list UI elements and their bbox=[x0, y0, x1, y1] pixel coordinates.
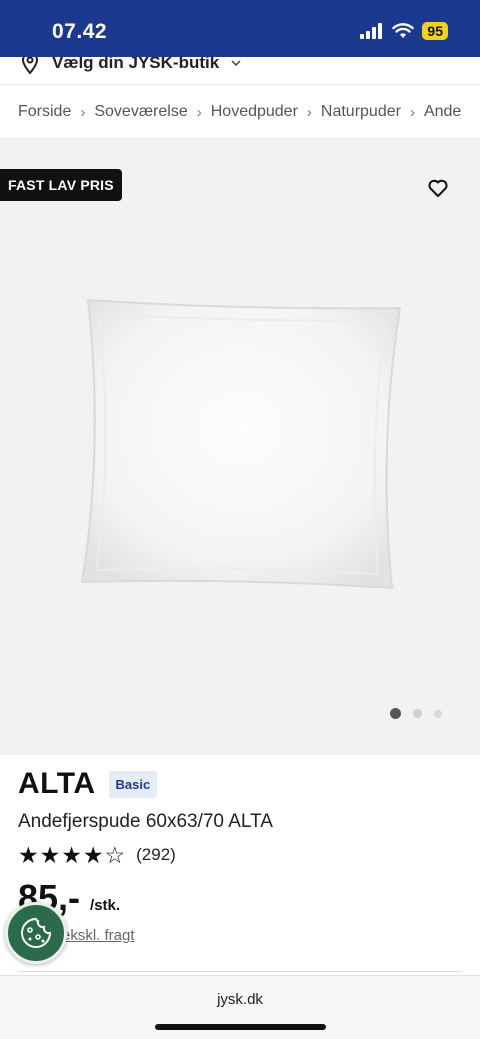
chevron-right-icon: › bbox=[80, 103, 86, 121]
url-text[interactable]: jysk.dk bbox=[0, 991, 480, 1008]
shipping-link[interactable]: ekskl. fragt bbox=[62, 927, 135, 944]
star-filled-icon: ★ bbox=[18, 842, 39, 868]
product-rating[interactable]: ★ ★ ★ ★ ☆ (292) bbox=[18, 843, 176, 867]
clock: 07.42 bbox=[52, 20, 108, 43]
browser-address-bar[interactable]: jysk.dk bbox=[0, 975, 480, 1039]
heart-icon[interactable] bbox=[426, 176, 450, 200]
cookie-settings-button[interactable] bbox=[5, 902, 67, 964]
breadcrumb-item-forside[interactable]: Forside bbox=[18, 103, 71, 121]
chevron-right-icon: › bbox=[409, 103, 415, 121]
wifi-icon bbox=[392, 23, 415, 38]
star-filled-icon: ★ bbox=[61, 842, 82, 868]
breadcrumb-item-ande[interactable]: Ande bbox=[424, 103, 461, 121]
breadcrumb: Forside › Soveværelse › Hovedpuder › Nat… bbox=[0, 86, 480, 138]
product-image-gallery[interactable]: FAST LAV PRIS bbox=[0, 138, 480, 755]
home-indicator bbox=[155, 1024, 326, 1030]
store-selector-label: Vælg din JYSK-butik bbox=[52, 57, 220, 72]
chevron-right-icon: › bbox=[196, 103, 202, 121]
product-title-row: ALTA Basic bbox=[18, 767, 158, 801]
star-filled-icon: ★ bbox=[39, 842, 61, 868]
gallery-pagination bbox=[390, 708, 442, 719]
status-icons: 95 bbox=[360, 22, 448, 40]
signal-icon bbox=[360, 23, 383, 39]
location-pin-icon bbox=[21, 57, 39, 75]
breadcrumb-item-naturpuder[interactable]: Naturpuder bbox=[321, 103, 401, 121]
pagination-dot[interactable] bbox=[434, 709, 442, 718]
price-badge: FAST LAV PRIS bbox=[0, 169, 122, 201]
chevron-down-icon bbox=[231, 60, 241, 67]
store-selector-bar[interactable]: Vælg din JYSK-butik bbox=[0, 57, 480, 85]
breadcrumb-item-sovevaerelse[interactable]: Soveværelse bbox=[94, 103, 187, 121]
status-bar: 07.42 95 bbox=[0, 0, 480, 57]
star-filled-icon: ★ bbox=[82, 842, 104, 868]
product-brand: ALTA bbox=[18, 767, 96, 800]
rating-count[interactable]: (292) bbox=[136, 845, 176, 865]
store-selector[interactable]: Vælg din JYSK-butik bbox=[20, 57, 241, 75]
battery-indicator: 95 bbox=[422, 22, 448, 40]
pagination-dot[interactable] bbox=[413, 709, 422, 718]
product-image[interactable] bbox=[80, 296, 402, 592]
star-empty-icon: ☆ bbox=[104, 842, 126, 868]
product-tag: Basic bbox=[108, 770, 158, 798]
price-unit: /stk. bbox=[90, 897, 121, 914]
divider bbox=[18, 971, 462, 972]
pagination-dot[interactable] bbox=[390, 708, 401, 719]
product-name: Andefjerspude 60x63/70 ALTA bbox=[18, 811, 273, 832]
cookie-icon bbox=[21, 917, 52, 948]
chevron-right-icon: › bbox=[306, 103, 312, 121]
breadcrumb-item-hovedpuder[interactable]: Hovedpuder bbox=[211, 103, 298, 121]
